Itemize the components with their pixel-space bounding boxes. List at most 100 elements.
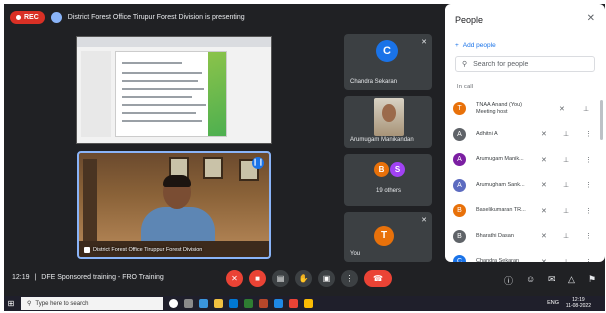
raise-hand-button[interactable]: ✋	[295, 270, 312, 287]
system-clock[interactable]: 12:19 11-08-2022	[566, 297, 591, 309]
more-icon[interactable]: ⋮	[585, 232, 592, 240]
captions-button[interactable]: ▤	[272, 270, 289, 287]
mic-off-icon[interactable]: ✕	[541, 207, 547, 215]
mic-off-icon[interactable]: ✕	[541, 130, 547, 138]
avatar-initial: T	[457, 105, 462, 113]
background-shelf	[83, 159, 97, 249]
list-item[interactable]: A Adhitni A ✕ ⊥ ⋮	[453, 122, 603, 148]
active-speaker-tile[interactable]: ❙❙ District Forest Office Tiruppur Fores…	[77, 151, 271, 259]
pin-icon[interactable]: ⊥	[563, 207, 569, 215]
meeting-info: 12:19 | DFE Sponsored training - FRO Tra…	[12, 274, 164, 281]
excel-icon[interactable]	[244, 299, 253, 308]
avatar: T	[453, 102, 466, 116]
leave-call-button[interactable]: ☎	[364, 270, 392, 287]
taskbar-search-text: Type here to search	[35, 300, 89, 307]
person-name: TNAA Anand (You)	[476, 101, 522, 108]
close-icon[interactable]: ✕	[587, 13, 595, 24]
person-role: Meeting host	[476, 108, 508, 115]
avatar: C	[376, 40, 398, 62]
person-name: Baselikumaran TR...	[476, 207, 526, 214]
participant-name: You	[350, 251, 361, 257]
info-icon[interactable]: ⓘ	[504, 274, 513, 287]
edge-icon[interactable]	[199, 299, 208, 308]
more-icon[interactable]: ⋮	[585, 130, 592, 138]
participant-list: T TNAA Anand (You) Meeting host ✕ ⊥ A Ad…	[453, 96, 603, 275]
add-people-button[interactable]: + Add people	[455, 42, 496, 49]
list-item[interactable]: A Arumugham Sank... ✕ ⊥ ⋮	[453, 173, 603, 199]
slide-text-line	[122, 62, 182, 64]
avatar: B	[453, 229, 466, 243]
avatar: A	[453, 127, 466, 141]
camera-toggle-button[interactable]: ■	[249, 270, 266, 287]
pin-icon[interactable]: ⊥	[583, 105, 589, 113]
chat-icon[interactable]: ✉	[548, 274, 556, 285]
avatar-initial: B	[378, 165, 385, 174]
clock-date: 11-08-2022	[565, 303, 591, 309]
list-item[interactable]: A Arumugam Manik... ✕ ⊥ ⋮	[453, 147, 603, 173]
more-options-button[interactable]: ⋮	[341, 270, 358, 287]
file-explorer-icon[interactable]	[214, 299, 223, 308]
slide-text-line	[122, 120, 202, 122]
person-name: Arumugam Manik...	[476, 156, 524, 163]
search-input[interactable]	[473, 60, 584, 68]
avatar: B	[453, 204, 466, 218]
chrome-icon[interactable]	[304, 299, 313, 308]
word-icon[interactable]	[274, 299, 283, 308]
panel-title: People	[455, 15, 484, 25]
windows-start-icon[interactable]: ⊞	[4, 296, 18, 311]
store-icon[interactable]	[229, 299, 238, 308]
pin-icon[interactable]: ⊥	[563, 181, 569, 189]
slide-text-line	[122, 80, 198, 82]
hand-icon: ✋	[298, 274, 309, 283]
list-item[interactable]: T TNAA Anand (You) Meeting host ✕ ⊥	[453, 96, 603, 122]
task-view-icon[interactable]	[184, 299, 193, 308]
cortana-icon[interactable]	[169, 299, 178, 308]
mic-off-icon[interactable]: ✕	[541, 156, 547, 164]
mic-off-icon[interactable]: ✕	[541, 181, 547, 189]
participant-tile[interactable]: ✕ C Chandra Sekaran	[344, 34, 432, 90]
participant-tile[interactable]: Arumugam Manikandan	[344, 96, 432, 148]
captions-icon: ▤	[276, 274, 285, 283]
camera-off-icon: ■	[255, 274, 260, 283]
avatar-initial: C	[383, 45, 391, 57]
pin-icon[interactable]: ❙❙	[252, 157, 264, 169]
add-person-icon: +	[455, 42, 459, 49]
powerpoint-icon[interactable]	[259, 299, 268, 308]
avatar-initial: A	[457, 156, 462, 164]
rec-label: REC	[24, 13, 39, 21]
list-item[interactable]: B Bharathi Dasan ✕ ⊥ ⋮	[453, 224, 603, 250]
avatar-initial: B	[457, 232, 462, 240]
mic-off-icon: ✕	[231, 274, 238, 283]
pin-icon[interactable]: ⊥	[563, 232, 569, 240]
chrome-icon[interactable]	[289, 299, 298, 308]
in-call-heading: In call	[457, 84, 474, 90]
search-box[interactable]: ⚲	[455, 56, 595, 72]
people-icon[interactable]: ☺	[526, 274, 535, 284]
self-tile[interactable]: ✕ T You	[344, 212, 432, 262]
slide-toolbar	[77, 37, 271, 47]
list-item[interactable]: B Baselikumaran TR... ✕ ⊥ ⋮	[453, 198, 603, 224]
present-icon: ▣	[322, 274, 331, 283]
person-name: Arumugham Sank...	[476, 181, 525, 188]
presentation-screen[interactable]	[76, 36, 272, 144]
slide-text-line	[122, 112, 196, 114]
participant-name: Chandra Sekaran	[350, 79, 398, 85]
mic-off-icon[interactable]: ✕	[541, 232, 547, 240]
pin-icon[interactable]: ⊥	[563, 130, 569, 138]
pin-icon[interactable]: ⊥	[563, 156, 569, 164]
meeting-name: DFE Sponsored training - FRO Training	[41, 274, 164, 281]
present-button[interactable]: ▣	[318, 270, 335, 287]
host-controls-icon[interactable]: ⚑	[588, 274, 596, 285]
meet-window: REC District Forest Office Tirupur Fores…	[4, 4, 605, 311]
mic-off-icon[interactable]: ✕	[559, 105, 565, 113]
taskbar-search[interactable]: ⚲ Type here to search	[21, 297, 163, 310]
more-icon[interactable]: ⋮	[585, 156, 592, 164]
separator: |	[34, 274, 37, 281]
language-indicator[interactable]: ENG	[547, 300, 559, 306]
others-tile[interactable]: B S 19 others	[344, 154, 432, 206]
mic-toggle-button[interactable]: ✕	[226, 270, 243, 287]
activities-icon[interactable]: △	[568, 274, 575, 285]
avatar: A	[453, 178, 466, 192]
more-icon[interactable]: ⋮	[585, 207, 592, 215]
more-icon[interactable]: ⋮	[585, 181, 592, 189]
